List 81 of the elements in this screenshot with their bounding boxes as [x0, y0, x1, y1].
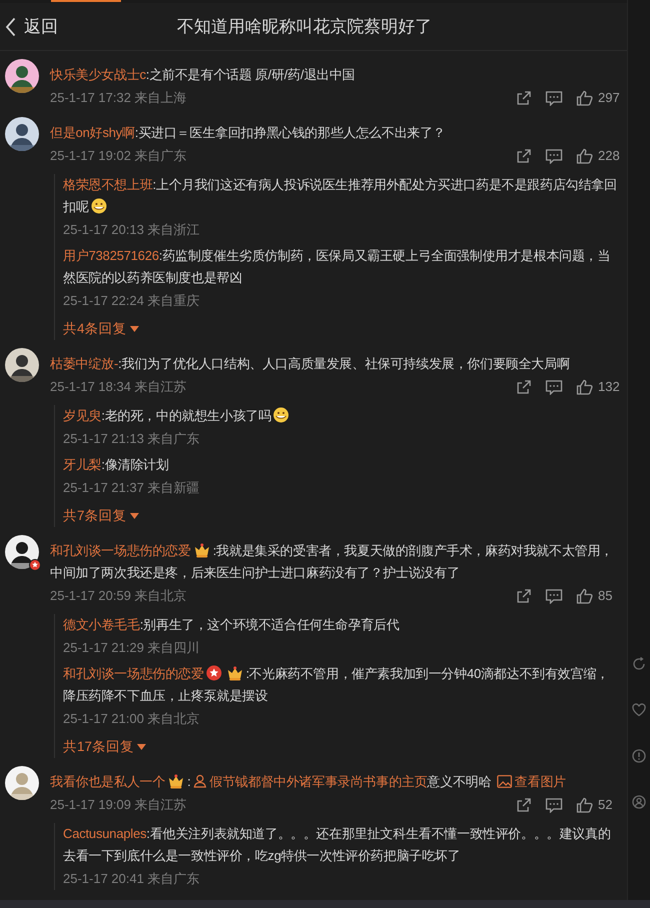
tab-indicator [51, 0, 121, 2]
reply-text: Cactusunaples:看他关注列表就知道了。。。还在那里扯文科生看不懂一致性评价。。。建议真的去看一下到底什么是一致性评价，吃zg特供一次性评价药把脑子吃坏了 [63, 825, 612, 865]
more-replies-link[interactable]: 共4条回复 [63, 318, 139, 340]
share-icon[interactable] [516, 378, 532, 394]
heart-icon[interactable] [632, 703, 646, 717]
reply-text: 用户7382571626:药监制度催生劣质仿制药，医保局又霸王硬上弓全面强制使用才是根本问题，当然医院的以药养医制度也是帮凶 [63, 247, 612, 287]
author-link[interactable]: 我看你也是私人一个 [50, 774, 166, 789]
comment-time: 25-1-17 20:59 来自北京 [50, 587, 187, 605]
thumbs-up-icon[interactable] [576, 378, 593, 394]
comment-time: 25-1-17 19:02 来自广东 [50, 147, 187, 165]
comment-time: 25-1-17 19:09 来自江苏 [50, 796, 187, 814]
user-icon[interactable] [632, 795, 646, 809]
reply-text: 岁见臾:老的死，中的就想生小孩了吗 [63, 405, 620, 427]
reply-time: 25-1-17 21:37 来自新疆 [63, 479, 201, 497]
page-title: 不知道用啥昵称叫花京院蔡明好了 [176, 16, 434, 38]
avatar[interactable] [5, 59, 39, 93]
thumbs-up-icon[interactable] [576, 148, 593, 164]
caret-icon [130, 513, 139, 519]
comment-text: 和孔刘谈一场悲伤的恋爱 :我就是集采的受害者，我夏天做的剖腹产手术，麻药对我就不太管用，中间加了两次我还是疼，后来医生问护士进口麻药没有了？护士说没有了 [50, 541, 614, 582]
reply-text: 德文小卷毛毛:别再生了，这个环境不适合任何生命孕育后代 [63, 616, 400, 634]
reply-author-link[interactable]: 和孔刘谈一场悲伤的恋爱 [63, 666, 204, 681]
like-count: 228 [598, 148, 620, 163]
share-icon[interactable] [516, 148, 532, 164]
share-icon[interactable] [516, 796, 532, 812]
like-count: 132 [598, 379, 620, 394]
image-link[interactable]: 查看图片 [494, 774, 566, 789]
share-icon[interactable] [516, 588, 532, 604]
profile-link[interactable]: 假节钺都督中外诸军事录尚书事的主页 [190, 774, 428, 789]
caret-icon [130, 326, 139, 332]
reply-author-link[interactable]: 用户7382571626 [63, 248, 159, 263]
caret-icon [137, 744, 146, 750]
comment-text: 枯萎中绽放-:我们为了优化人口结构、人口高质量发展、社保可持续发展，你们要顾全大局啊 [50, 355, 571, 373]
refresh-icon[interactable] [632, 657, 646, 671]
comment-icon[interactable] [545, 148, 563, 164]
comment-icon[interactable] [545, 90, 563, 106]
image-icon [496, 775, 512, 788]
avatar[interactable] [5, 766, 39, 800]
like-count: 52 [598, 797, 614, 812]
user-icon [192, 774, 207, 788]
reply-text: 格荣恩不想上班:上个月我们这还有病人投诉说医生推荐用外配处方买进口药是不是跟药店勾结拿回扣呢 [63, 176, 618, 216]
thumbs-up-icon[interactable] [576, 90, 593, 106]
reply-time: 25-1-17 21:00 来自北京 [63, 710, 201, 728]
comment-text: 快乐美少女战士c:之前不是有个话题 原/研/药/退出中国 [50, 66, 356, 84]
reply-author-link[interactable]: 格荣恩不想上班 [63, 177, 153, 192]
more-replies-link[interactable]: 共17条回复 [63, 736, 146, 758]
reply-author-link[interactable]: 牙儿梨 [63, 457, 102, 472]
like-count: 297 [598, 90, 620, 105]
author-link[interactable]: 和孔刘谈一场悲伤的恋爱 [50, 543, 191, 558]
comment-icon[interactable] [545, 796, 563, 812]
more-replies-link[interactable]: 共7条回复 [63, 505, 139, 527]
share-icon[interactable] [516, 90, 532, 106]
reply-time: 25-1-17 20:13 来自浙江 [63, 221, 201, 239]
reply-text: 和孔刘谈一场悲伤的恋爱 :不光麻药不管用，催产素我加到一分钟40滴都达不到有效宫缩，降压药降不下血压，止疼泵就是摆设 [63, 664, 610, 705]
reply-author-link[interactable]: 岁见臾 [63, 408, 102, 423]
comment-text: 但是on好shy啊:买进口＝医生拿回扣挣黑心钱的那些人怎么不出来了？ [50, 124, 447, 142]
author-link[interactable]: 快乐美少女战士c [50, 67, 146, 82]
like-count: 85 [598, 588, 614, 603]
reply-time: 25-1-17 21:29 来自四川 [63, 639, 201, 657]
author-link[interactable]: 但是on好shy啊 [50, 125, 135, 140]
reply-time: 25-1-17 21:13 来自广东 [63, 430, 201, 448]
avatar[interactable] [5, 117, 39, 151]
thumbs-up-icon[interactable] [576, 588, 593, 604]
reply-author-link[interactable]: 德文小卷毛毛 [63, 617, 140, 632]
emoji-icon [273, 407, 290, 423]
comment-time: 25-1-17 17:32 来自上海 [50, 89, 187, 107]
avatar[interactable] [5, 535, 39, 569]
reply-author-link[interactable]: Cactusunaples [63, 826, 146, 841]
thumbs-up-icon[interactable] [576, 796, 593, 812]
reply-time: 25-1-17 20:41 来自广东 [63, 870, 201, 888]
avatar[interactable] [5, 348, 39, 382]
chevron-left-icon [5, 16, 16, 36]
comment-time: 25-1-17 18:34 来自江苏 [50, 378, 187, 396]
reply-time: 25-1-17 22:24 来自重庆 [63, 292, 201, 310]
back-button[interactable]: 返回 [0, 15, 58, 38]
alert-icon[interactable] [632, 749, 646, 763]
emoji-icon [90, 198, 107, 214]
comment-icon[interactable] [545, 378, 563, 394]
comment-icon[interactable] [545, 588, 563, 604]
author-link[interactable]: 枯萎中绽放- [50, 356, 118, 371]
comment-text: 我看你也是私人一个 : 假节钺都督中外诸军事录尚书事的主页意义不明哈 查看图片 [50, 772, 567, 791]
reply-text: 牙儿梨:像清除计划 [63, 456, 170, 474]
